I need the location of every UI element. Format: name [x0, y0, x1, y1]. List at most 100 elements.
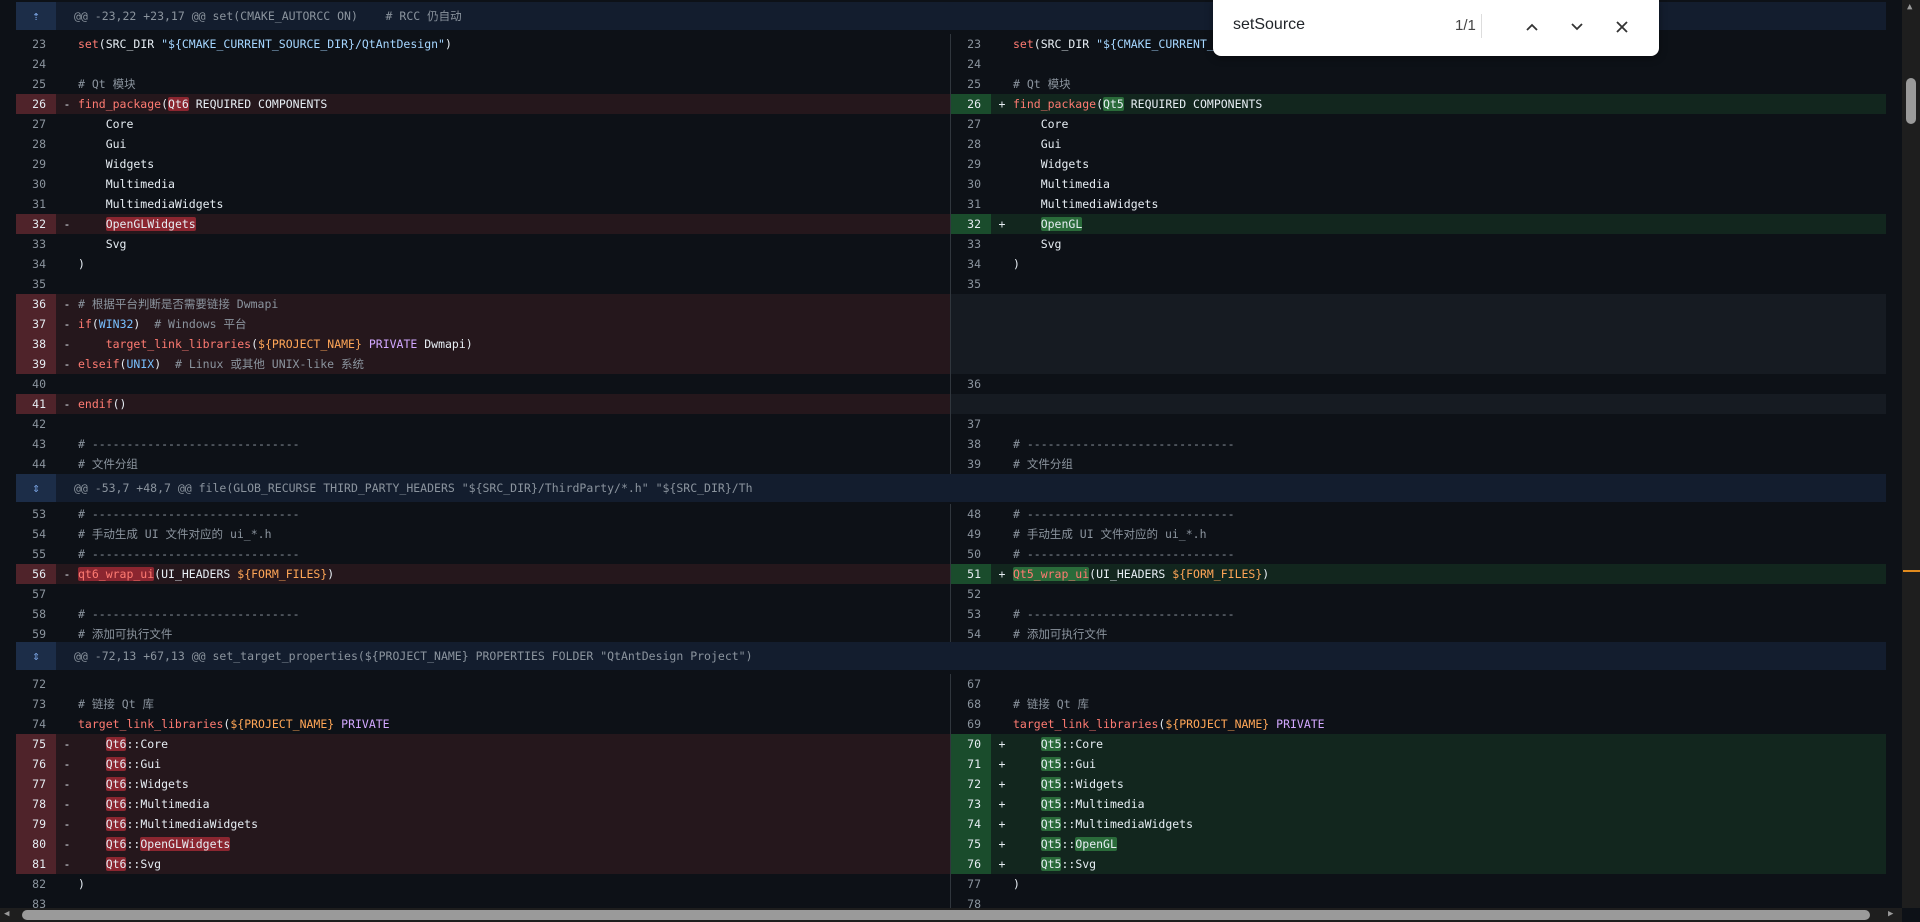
code-text: # 文件分组: [78, 457, 138, 471]
original-line: 25 # Qt 模块: [16, 74, 951, 94]
diff-row: 78- Qt6::Multimedia 73 + Qt5::Multimedia: [16, 794, 1886, 814]
line-number: 41: [16, 394, 56, 414]
line-number: 59: [32, 627, 46, 641]
close-find-button[interactable]: [1605, 10, 1639, 44]
diff-row: 34) 34): [16, 254, 1886, 274]
modified-line: 69 target_link_libraries(${PROJECT_NAME} …: [951, 714, 1886, 734]
line-number: 56: [16, 564, 56, 584]
code-text: Qt6::Multimedia: [105, 797, 210, 811]
line-number: 81: [16, 854, 56, 874]
original-line: 32- OpenGLWidgets: [16, 214, 951, 234]
hunk-header: ⇕ @@ -53,7 +48,7 @@ file(GLOB_RECURSE THI…: [16, 474, 1886, 502]
code-text: target_link_libraries(${PROJECT_NAME} PR…: [78, 717, 390, 731]
code-text: Qt5::OpenGL: [1040, 837, 1117, 851]
diff-row: 38- target_link_libraries(${PROJECT_NAME…: [16, 334, 1886, 354]
original-line: 27 Core: [16, 114, 951, 134]
modified-line: 48 # ------------------------------: [951, 504, 1886, 524]
scroll-left-arrow-icon[interactable]: ◀: [4, 909, 9, 919]
line-number: 70: [951, 734, 991, 754]
original-line: 41- endif(): [16, 394, 951, 414]
diff-row: 79- Qt6::MultimediaWidgets 74 + Qt5::Multi…: [16, 814, 1886, 834]
code-text: Qt5::MultimediaWidgets: [1040, 817, 1194, 831]
previous-match-button[interactable]: [1515, 10, 1549, 44]
code-text: OpenGLWidgets: [105, 217, 196, 231]
original-line: 35: [16, 274, 951, 294]
horizontal-scrollbar[interactable]: ◀ ▶: [0, 908, 1902, 922]
line-number: 26: [16, 94, 56, 114]
code-text: ): [1013, 877, 1020, 891]
diff-marker: -: [63, 857, 71, 871]
line-number: 77: [16, 774, 56, 794]
code-text: find_package(Qt5 REQUIRED COMPONENTS: [1013, 97, 1263, 111]
code-text: Qt6::OpenGLWidgets: [105, 837, 231, 851]
diff-row: 30 Multimedia 30 Multimedia: [16, 174, 1886, 194]
modified-line: [951, 354, 1886, 374]
expand-both-icon[interactable]: ⇕: [16, 642, 56, 670]
line-number: 73: [32, 697, 46, 711]
original-line: 56- qt6_wrap_ui(UI_HEADERS ${FORM_FILES}): [16, 564, 951, 584]
diff-marker: -: [63, 777, 71, 791]
line-number: 36: [967, 377, 981, 391]
diff-row: 28 Gui 28 Gui: [16, 134, 1886, 154]
line-number: 68: [967, 697, 981, 711]
match-count: 1/1: [1455, 17, 1476, 34]
search-match-marker: [1903, 570, 1920, 572]
scroll-right-arrow-icon[interactable]: ▶: [1888, 909, 1893, 919]
code-text: Qt5::Multimedia: [1040, 797, 1145, 811]
vertical-scroll-thumb[interactable]: [1906, 78, 1916, 124]
original-line: 44 # 文件分组: [16, 454, 951, 474]
code-text: Qt6::Gui: [105, 757, 162, 771]
find-input[interactable]: setSource: [1233, 16, 1305, 34]
expand-up-icon[interactable]: ⇡: [16, 2, 56, 30]
code-text: Core: [1013, 117, 1069, 131]
modified-line: 78: [951, 894, 1886, 908]
vertical-scrollbar[interactable]: ▲: [1902, 0, 1920, 908]
modified-line: 28 Gui: [951, 134, 1886, 154]
line-number: 54: [967, 627, 981, 641]
modified-line: [951, 334, 1886, 354]
line-number: 71: [951, 754, 991, 774]
line-number: 29: [967, 157, 981, 171]
original-line: 26- find_package(Qt6 REQUIRED COMPONENTS: [16, 94, 951, 114]
expand-both-icon[interactable]: ⇕: [16, 474, 56, 502]
original-line: 33 Svg: [16, 234, 951, 254]
line-number: 49: [967, 527, 981, 541]
diff-marker: +: [998, 857, 1006, 871]
scroll-up-arrow-icon[interactable]: ▲: [1907, 2, 1912, 12]
modified-line: 36: [951, 374, 1886, 394]
modified-line: 35: [951, 274, 1886, 294]
modified-line: 77): [951, 874, 1886, 894]
line-number: 23: [32, 37, 46, 51]
line-number: 42: [32, 417, 46, 431]
close-icon: [1616, 21, 1628, 33]
hunk-header-text: @@ -23,22 +23,17 @@ set(CMAKE_AUTORCC ON…: [74, 9, 462, 23]
original-line: 78- Qt6::Multimedia: [16, 794, 951, 814]
line-number: 28: [32, 137, 46, 151]
line-number: 24: [967, 57, 981, 71]
code-text: Multimedia: [78, 177, 175, 191]
diff-row: 26- find_package(Qt6 REQUIRED COMPONENTS 2…: [16, 94, 1886, 114]
modified-line: 39 # 文件分组: [951, 454, 1886, 474]
next-match-button[interactable]: [1560, 10, 1594, 44]
modified-line: 26 + find_package(Qt5 REQUIRED COMPONENTS: [951, 94, 1886, 114]
code-text: # Qt 模块: [78, 77, 136, 91]
code-text: Gui: [1013, 137, 1062, 151]
code-text: Svg: [78, 237, 127, 251]
line-number: 72: [951, 774, 991, 794]
modified-line: [951, 294, 1886, 314]
code-text: ): [1013, 257, 1020, 271]
line-number: 67: [967, 677, 981, 691]
modified-line: 53 # ------------------------------: [951, 604, 1886, 624]
line-number: 27: [32, 117, 46, 131]
code-text: Qt5::Gui: [1040, 757, 1097, 771]
original-line: 34): [16, 254, 951, 274]
code-text: # 手动生成 UI 文件对应的 ui_*.h: [78, 527, 272, 541]
modified-line: 29 Widgets: [951, 154, 1886, 174]
diff-row: 36- # 根据平台判断是否需要链接 Dwmapi: [16, 294, 1886, 314]
diff-row: 77- Qt6::Widgets 72 + Qt5::Widgets: [16, 774, 1886, 794]
code-text: Qt5::Svg: [1040, 857, 1097, 871]
horizontal-scroll-thumb[interactable]: [22, 910, 1870, 920]
line-number: 28: [967, 137, 981, 151]
original-line: 42: [16, 414, 951, 434]
line-number: 51: [951, 564, 991, 584]
